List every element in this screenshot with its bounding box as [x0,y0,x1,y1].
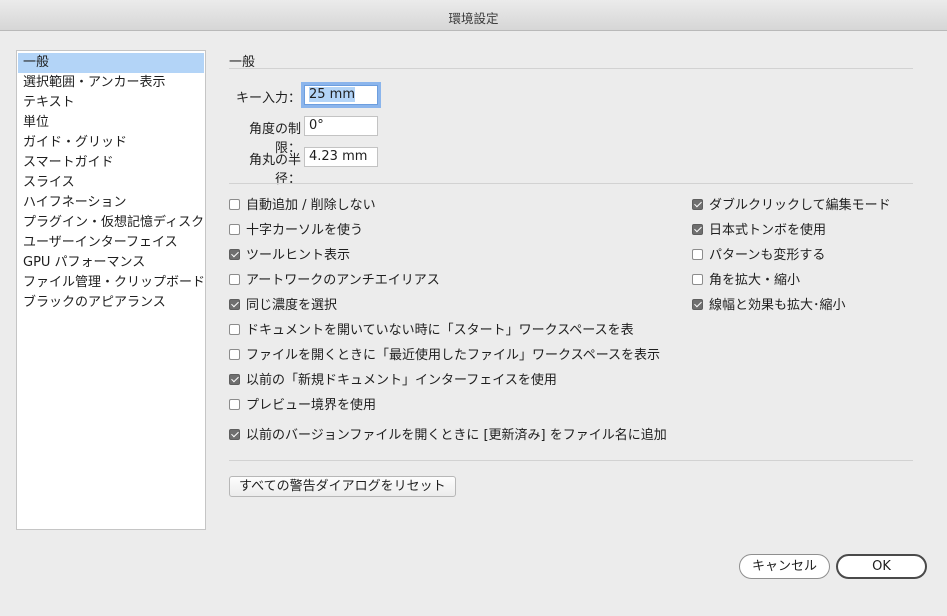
checkbox-box[interactable] [229,374,240,385]
checkbox-box[interactable] [229,224,240,235]
constrain-angle-field[interactable]: 0° [304,116,378,136]
checkbox-scale-strokes-effects[interactable]: 線幅と効果も拡大･縮小 [692,297,846,315]
checkbox-select-same-tint[interactable]: 同じ濃度を選択 [229,297,337,315]
key-increment-value: 25 mm [309,87,356,102]
checkbox-box[interactable] [692,274,703,285]
checkbox-box[interactable] [692,249,703,260]
window-title: 環境設定 [448,11,499,26]
sidebar-item-slices[interactable]: スライス [18,173,204,193]
checkbox-box[interactable] [229,299,240,310]
cancel-button[interactable]: キャンセル [739,554,830,579]
title-bar: 環境設定 [0,0,947,31]
sidebar-item-units[interactable]: 単位 [18,113,204,133]
reset-warning-dialogs-button[interactable]: すべての警告ダイアログをリセット [229,476,456,497]
category-list[interactable]: 一般 選択範囲・アンカー表示 テキスト 単位 ガイド・グリッド スマートガイド … [16,50,206,530]
checkbox-transform-patterns[interactable]: パターンも変形する [692,247,825,265]
checkbox-box[interactable] [229,429,240,440]
checkbox-show-tool-tips[interactable]: ツールヒント表示 [229,247,350,265]
checkbox-precise-cursors[interactable]: 十字カーソルを使う [229,222,363,240]
checkbox-japanese-crop-marks[interactable]: 日本式トンボを使用 [692,222,826,240]
checkbox-box[interactable] [229,349,240,360]
divider [229,68,913,69]
checkbox-box[interactable] [229,324,240,335]
checkbox-legacy-new-document[interactable]: 以前の「新規ドキュメント」インターフェイスを使用 [229,372,557,390]
sidebar-item-type[interactable]: テキスト [18,93,204,113]
divider [229,460,913,461]
sidebar-item-selection-anchor[interactable]: 選択範囲・アンカー表示 [18,73,204,93]
sidebar-item-guides-grid[interactable]: ガイド・グリッド [18,133,204,153]
corner-radius-field[interactable]: 4.23 mm [304,147,378,167]
checkbox-scale-corners[interactable]: 角を拡大・縮小 [692,272,800,290]
checkbox-box[interactable] [692,299,703,310]
checkbox-box[interactable] [692,199,703,210]
sidebar-item-file-handling[interactable]: ファイル管理・クリップボード [18,273,205,293]
checkbox-disable-auto-add-delete[interactable]: 自動追加 / 削除しない [229,197,376,215]
corner-radius-label: 角丸の半径： [248,153,301,187]
sidebar-item-gpu-performance[interactable]: GPU パフォーマンス [18,253,204,273]
checkbox-box[interactable] [229,399,240,410]
checkbox-show-start-workspace[interactable]: ドキュメントを開いていない時に「スタート」ワークスペースを表 [229,322,634,340]
ok-button[interactable]: OK [836,554,927,579]
checkbox-box[interactable] [229,249,240,260]
checkbox-box[interactable] [229,274,240,285]
key-increment-label: キー入力： [235,91,301,106]
checkbox-box[interactable] [692,224,703,235]
sidebar-item-black-appearance[interactable]: ブラックのアピアランス [18,293,204,313]
checkbox-append-converted[interactable]: 以前のバージョンファイルを開くときに [更新済み] をファイル名に追加 [229,427,667,445]
sidebar-item-plugins-scratch[interactable]: プラグイン・仮想記憶ディスク [18,213,204,233]
checkbox-box[interactable] [229,199,240,210]
checkbox-anti-aliased-artwork[interactable]: アートワークのアンチエイリアス [229,272,440,290]
checkbox-show-recent-files-workspace[interactable]: ファイルを開くときに「最近使用したファイル」ワークスペースを表示 [229,347,660,365]
sidebar-item-user-interface[interactable]: ユーザーインターフェイス [18,233,204,253]
checkbox-double-click-isolate[interactable]: ダブルクリックして編集モード [692,197,891,215]
key-increment-field[interactable]: 25 mm [301,82,381,108]
checkbox-use-preview-bounds[interactable]: プレビュー境界を使用 [229,397,376,415]
divider [229,183,913,184]
sidebar-item-general[interactable]: 一般 [18,53,204,73]
sidebar-item-hyphenation[interactable]: ハイフネーション [18,193,204,213]
sidebar-item-smart-guides[interactable]: スマートガイド [18,153,204,173]
